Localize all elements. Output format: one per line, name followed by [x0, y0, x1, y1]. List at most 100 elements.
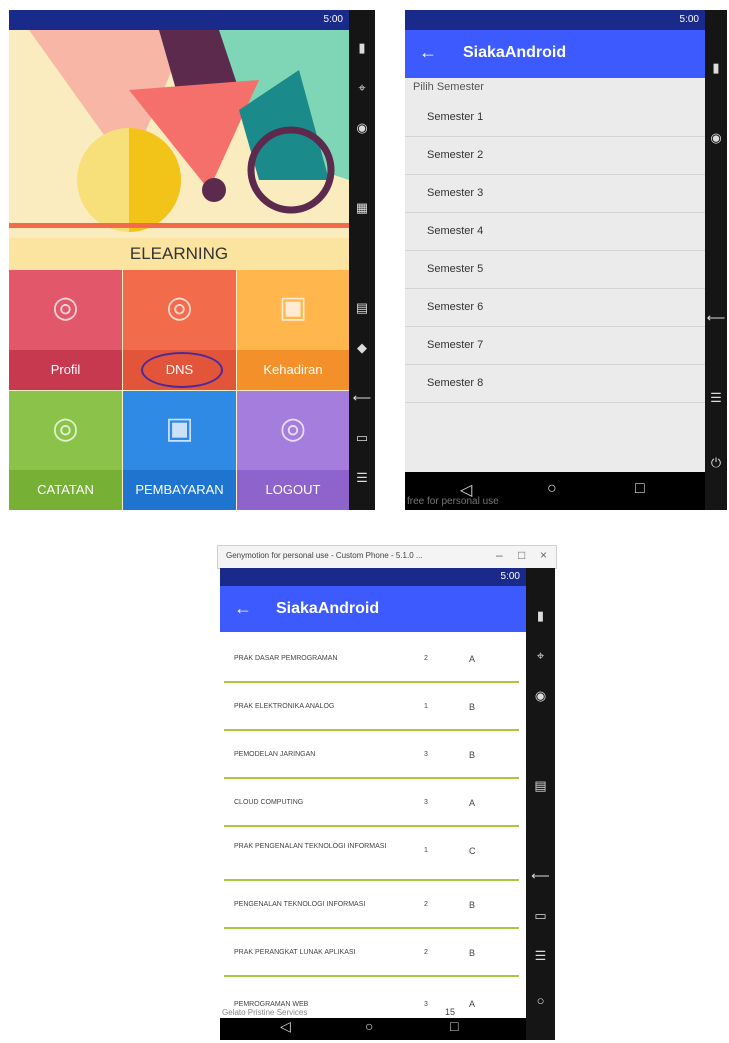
list-item-semester-8[interactable]: Semester 8: [405, 365, 705, 403]
camera-icon[interactable]: ◉: [349, 120, 375, 136]
table-row[interactable]: CLOUD COMPUTING 3 A: [224, 779, 519, 827]
navigation-bar: free for personal use ◁ ○ □: [405, 472, 705, 510]
menu-icon[interactable]: ☰: [349, 470, 375, 486]
tile-logout[interactable]: ◎ LOGOUT: [237, 391, 349, 510]
course-grade: A: [469, 798, 476, 808]
power-icon[interactable]: ○: [526, 993, 555, 1008]
course-grade: A: [469, 654, 476, 664]
gps-icon[interactable]: ⌖: [526, 648, 555, 664]
table-row[interactable]: PRAK PERANGKAT LUNAK APLIKASI 2 B: [224, 929, 519, 977]
list-item-semester-2[interactable]: Semester 2: [405, 137, 705, 175]
rotate-icon[interactable]: ▭: [349, 430, 375, 446]
course-name: PENGENALAN TEKNOLOGI INFORMASI: [234, 901, 366, 908]
nav-home-icon[interactable]: ○: [365, 1018, 373, 1034]
identifiers-icon[interactable]: ▤: [349, 300, 375, 316]
navigation-bar: ◁ ○ □: [220, 1018, 526, 1040]
course-sks: 2: [424, 655, 428, 662]
nav-back-icon[interactable]: ◁: [280, 1018, 291, 1035]
fingerprint-icon: ◎: [52, 412, 79, 445]
camera-icon[interactable]: ◉: [526, 688, 555, 704]
course-grade: B: [469, 900, 476, 910]
list-item-semester-5[interactable]: Semester 5: [405, 251, 705, 289]
table-row[interactable]: PEMODELAN JARINGAN 3 B: [224, 731, 519, 779]
course-sks: 3: [424, 799, 428, 806]
list-item-label: Semester 4: [427, 225, 484, 237]
list-item-label: Semester 3: [427, 187, 484, 199]
course-sks: 2: [424, 949, 428, 956]
table-row[interactable]: PRAK ELEKTRONIKA ANALOG 1 B: [224, 683, 519, 731]
tile-pembayaran[interactable]: ▣ PEMBAYARAN: [123, 391, 236, 510]
status-time: 5:00: [679, 14, 699, 25]
gps-icon[interactable]: ⌖: [349, 80, 375, 96]
course-grade: B: [469, 702, 476, 712]
fingerprint-icon: ◎: [279, 412, 307, 445]
camera-icon[interactable]: ◉: [705, 130, 727, 146]
nav-recents-icon[interactable]: □: [450, 1018, 458, 1034]
minimize-icon[interactable]: –: [496, 548, 503, 562]
list-item-label: Semester 1: [427, 111, 484, 123]
app-bar: ← SiakaAndroid: [405, 30, 705, 78]
back-arrow-icon[interactable]: ←: [419, 42, 437, 63]
list-item-semester-6[interactable]: Semester 6: [405, 289, 705, 327]
course-sks: 3: [424, 751, 428, 758]
emulator-toolbar: ▮ ⌖ ◉ ▦ ▤ ◆ ⟵ ▭ ☰: [349, 10, 375, 510]
course-name: PEMODELAN JARINGAN: [234, 751, 316, 758]
tile-catatan[interactable]: ◎ CATATAN: [9, 391, 122, 510]
tile-profil[interactable]: ◎ Profil: [9, 270, 122, 390]
nav-home-icon[interactable]: ○: [547, 480, 557, 498]
close-icon[interactable]: ×: [540, 548, 547, 562]
tile-label-catatan: CATATAN: [9, 470, 122, 510]
back-arrow-icon[interactable]: ←: [234, 598, 252, 619]
list-item-semester-1[interactable]: Semester 1: [405, 99, 705, 137]
back-nav-icon[interactable]: ⟵: [705, 310, 727, 326]
course-grade: A: [469, 999, 476, 1009]
list-item-label: Semester 2: [427, 149, 484, 161]
watermark-text: Gelato Pristine Services: [222, 1008, 308, 1017]
app-title: SiakaAndroid: [276, 600, 380, 617]
back-nav-icon[interactable]: ⟵: [349, 390, 375, 406]
tile-dns[interactable]: ◎ DNS: [123, 270, 236, 390]
menu-icon[interactable]: ☰: [526, 948, 555, 964]
list-item-label: Semester 6: [427, 301, 484, 313]
list-item-semester-7[interactable]: Semester 7: [405, 327, 705, 365]
app-header-label: ELEARNING: [9, 238, 349, 270]
course-grade: B: [469, 948, 476, 958]
course-name: PRAK DASAR PEMROGRAMAN: [234, 655, 338, 662]
course-grade: C: [469, 846, 476, 856]
menu-icon[interactable]: ☰: [705, 390, 727, 406]
list-item-semester-4[interactable]: Semester 4: [405, 213, 705, 251]
power-icon[interactable]: ⏻: [705, 455, 727, 471]
maximize-icon[interactable]: □: [518, 548, 525, 562]
status-bar: 5:00: [9, 10, 349, 30]
remote-icon[interactable]: ▦: [349, 200, 375, 216]
status-bar: 5:00: [405, 10, 705, 30]
watermark-text: free for personal use: [407, 496, 499, 507]
nav-back-icon[interactable]: ◁: [460, 480, 472, 500]
nav-recents-icon[interactable]: □: [635, 480, 645, 498]
presentation-icon: ▣: [278, 291, 308, 324]
course-name: PRAK PERANGKAT LUNAK APLIKASI: [234, 949, 356, 956]
dns-highlight-circle: [141, 352, 223, 388]
volume-icon[interactable]: ◆: [349, 340, 375, 356]
presentation-icon: ▣: [165, 412, 194, 445]
identifiers-icon[interactable]: ▤: [526, 778, 555, 794]
course-sks: 1: [424, 703, 428, 710]
course-sks: 2: [424, 901, 428, 908]
back-nav-icon[interactable]: ⟵: [526, 868, 555, 884]
app-bar: ← SiakaAndroid: [220, 586, 526, 632]
rotate-icon[interactable]: ▭: [526, 908, 555, 924]
course-sks: 1: [424, 847, 428, 854]
battery-icon[interactable]: ▮: [705, 60, 727, 76]
table-row[interactable]: PRAK PENGENALAN TEKNOLOGI INFORMASI 1 C: [224, 827, 519, 881]
panel-elearning-screen: 5:00 ELEARNING ◎ Profil ◎ DNS ▣ Kehadira…: [9, 10, 349, 510]
list-item-semester-3[interactable]: Semester 3: [405, 175, 705, 213]
table-row[interactable]: PENGENALAN TEKNOLOGI INFORMASI 2 B: [224, 881, 519, 929]
table-row[interactable]: PRAK DASAR PEMROGRAMAN 2 A: [224, 635, 519, 683]
battery-icon[interactable]: ▮: [526, 608, 555, 624]
status-bar: 5:00: [220, 568, 526, 586]
tile-kehadiran[interactable]: ▣ Kehadiran: [237, 270, 349, 390]
battery-icon[interactable]: ▮: [349, 40, 375, 56]
bicycle-illustration: [9, 30, 349, 240]
tile-label-logout: LOGOUT: [237, 470, 349, 510]
course-name: CLOUD COMPUTING: [234, 799, 304, 806]
